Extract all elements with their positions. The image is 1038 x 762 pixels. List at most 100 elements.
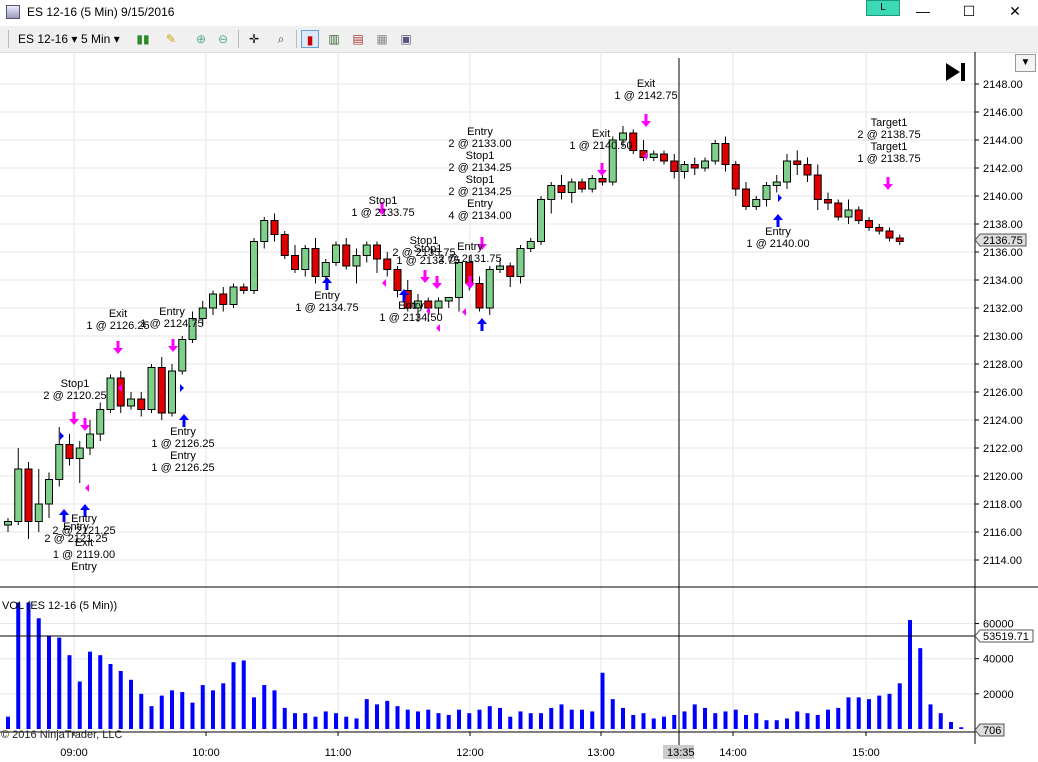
entry-arrow-icon bbox=[322, 277, 332, 290]
volume-bar bbox=[580, 709, 584, 729]
candle bbox=[875, 224, 884, 235]
toolbar-grip bbox=[8, 30, 9, 48]
minimize-button[interactable]: — bbox=[900, 0, 946, 24]
candle bbox=[701, 157, 709, 172]
copyright-text: © 2016 NinjaTrader, LLC bbox=[1, 729, 122, 741]
trade-annotation: Entry 1 @ 2140.00 bbox=[746, 226, 809, 250]
volume-bar bbox=[180, 692, 185, 729]
volume-bar bbox=[252, 697, 256, 729]
period-selector[interactable]: 5 Min ▾ bbox=[81, 30, 120, 48]
price-chart[interactable]: Stop1 2 @ 2120.25Exit 1 @ 2126.25Entry 1 @ … bbox=[0, 52, 1038, 762]
zoom-out-icon[interactable]: ⊖ bbox=[214, 30, 232, 48]
volume-bar bbox=[129, 679, 133, 729]
properties-icon[interactable]: ▣ bbox=[397, 30, 415, 48]
candle bbox=[578, 178, 586, 193]
templates-icon[interactable]: ▦ bbox=[373, 30, 391, 48]
volume-bar bbox=[375, 704, 379, 729]
price-axis-label: 2148.00 bbox=[983, 79, 1023, 91]
crosshair-icon[interactable]: ✛ bbox=[245, 30, 263, 48]
volume-bar bbox=[651, 718, 656, 729]
data-box-icon[interactable]: ⌕ bbox=[272, 30, 290, 48]
volume-bar bbox=[323, 711, 328, 729]
volume-bar bbox=[498, 707, 502, 729]
indicators-icon[interactable]: ▥ bbox=[325, 30, 343, 48]
price-axis-label: 2114.00 bbox=[983, 555, 1022, 567]
candle bbox=[332, 241, 340, 266]
price-axis-label: 2138.00 bbox=[983, 219, 1023, 231]
volume-bar bbox=[559, 704, 564, 729]
maximize-button[interactable]: ☐ bbox=[946, 0, 992, 24]
chevron-down-icon: ▾ bbox=[71, 32, 78, 46]
candle bbox=[229, 283, 238, 308]
volume-bar bbox=[57, 637, 62, 729]
candle bbox=[649, 150, 658, 161]
chart-trader-icon[interactable]: ▮ bbox=[301, 30, 319, 48]
candle bbox=[547, 182, 556, 214]
time-axis-label: 09:00 bbox=[60, 747, 88, 759]
close-button[interactable]: ✕ bbox=[992, 0, 1038, 24]
toolbar-separator bbox=[296, 30, 297, 48]
volume-bar bbox=[385, 700, 390, 729]
volume-bar bbox=[395, 706, 400, 729]
price-axis-label: 2134.00 bbox=[983, 275, 1023, 287]
chart-app-icon bbox=[6, 5, 20, 19]
last-price-tag: 2136.75 bbox=[974, 233, 1027, 247]
volume-bar bbox=[723, 711, 728, 729]
trade-annotation: Entry 2 @ 2131.75 bbox=[438, 241, 501, 265]
volume-bar bbox=[785, 718, 789, 729]
time-axis-label: 10:00 bbox=[192, 747, 220, 759]
volume-bar bbox=[877, 695, 882, 729]
zoom-in-icon[interactable]: ⊕ bbox=[192, 30, 210, 48]
scroll-to-end-icon[interactable] bbox=[946, 63, 965, 81]
chart-menu-chevron-icon[interactable]: ▼ bbox=[1015, 54, 1036, 72]
fill-marker-icon bbox=[60, 432, 64, 440]
link-button[interactable]: L bbox=[866, 0, 900, 16]
volume-bar bbox=[344, 716, 349, 729]
volume-bar bbox=[867, 699, 871, 729]
volume-bar bbox=[88, 651, 92, 729]
candle bbox=[127, 392, 135, 410]
drawing-tools-icon[interactable]: ✎ bbox=[162, 30, 180, 48]
volume-bar bbox=[139, 693, 144, 729]
last-price-text: 2136.75 bbox=[983, 235, 1023, 247]
candle bbox=[660, 150, 668, 165]
crosshair-value-text: 53519.71 bbox=[983, 631, 1029, 643]
candle bbox=[567, 178, 576, 203]
candle bbox=[34, 469, 43, 532]
price-axis-label: 2128.00 bbox=[983, 359, 1023, 371]
volume-bar bbox=[836, 707, 841, 729]
volume-bar bbox=[426, 709, 431, 729]
volume-bar bbox=[190, 702, 195, 729]
volume-bar bbox=[262, 685, 267, 729]
candle bbox=[475, 276, 484, 312]
candle bbox=[239, 283, 248, 294]
entry-arrow-icon bbox=[477, 318, 487, 331]
candle bbox=[301, 245, 310, 277]
volume-bar bbox=[436, 713, 441, 729]
candle bbox=[526, 238, 535, 252]
period-label: 5 Min bbox=[81, 32, 111, 46]
candle bbox=[844, 199, 853, 224]
time-axis-label: 11:00 bbox=[325, 747, 352, 759]
candle bbox=[14, 448, 23, 525]
volume-bar bbox=[221, 683, 226, 729]
candle bbox=[168, 364, 176, 417]
strategies-icon[interactable]: ▤ bbox=[349, 30, 367, 48]
volume-bar bbox=[457, 709, 461, 729]
trade-annotation: Entry 1 @ 2126.25 Entry 1 @ 2126.25 bbox=[151, 426, 214, 474]
volume-bar bbox=[118, 671, 123, 729]
time-axis-label: 12:00 bbox=[456, 747, 484, 759]
time-axis-label: 14:00 bbox=[719, 747, 747, 759]
toolbar-separator bbox=[238, 30, 239, 48]
candle bbox=[762, 182, 771, 207]
candlestick-style-icon[interactable]: ▮▮ bbox=[134, 30, 152, 48]
candle bbox=[752, 196, 761, 210]
instrument-selector[interactable]: ES 12-16 ▾ bbox=[18, 30, 77, 48]
volume-bar bbox=[887, 693, 892, 729]
candle bbox=[96, 402, 105, 441]
cursor-time-tag: 13:35 bbox=[663, 745, 695, 759]
candle bbox=[895, 234, 904, 245]
volume-bar bbox=[26, 602, 31, 729]
price-axis-label: 2122.00 bbox=[983, 443, 1023, 455]
volume-bar bbox=[672, 714, 677, 729]
